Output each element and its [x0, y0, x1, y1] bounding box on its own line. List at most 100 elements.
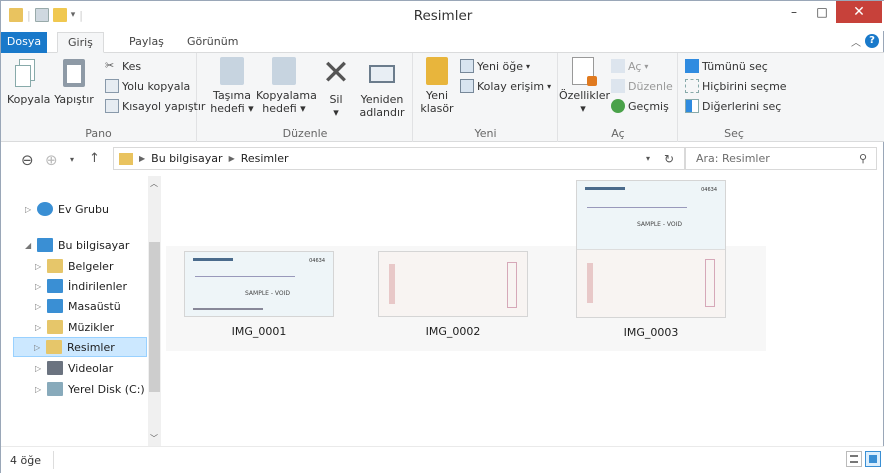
help-icon[interactable]: ? — [865, 34, 879, 48]
group-label: Yeni — [474, 127, 497, 140]
nav-homegroup[interactable]: ▷ Ev Grubu — [25, 199, 109, 219]
videos-icon — [47, 361, 63, 375]
address-bar[interactable]: ▶ Bu bilgisayar ▶ Resimler ▾ ↻ — [113, 147, 685, 170]
address-bar-row: ⊖ ⊕ ▾ ↑ ▶ Bu bilgisayar ▶ Resimler ▾ ↻ A… — [1, 142, 884, 176]
nav-desktop[interactable]: ▷ Masaüstü — [35, 296, 121, 316]
new-folder-button[interactable]: Yeni klasör — [420, 57, 454, 115]
nav-local-disk[interactable]: ▷ Yerel Disk (C:) — [35, 379, 145, 399]
breadcrumb-pictures[interactable]: Resimler — [241, 152, 289, 165]
maximize-button[interactable]: □ — [808, 1, 836, 23]
nav-scrollbar-thumb[interactable] — [149, 242, 160, 392]
paste-shortcut-icon — [105, 99, 119, 113]
paste-shortcut-button[interactable]: Kısayol yapıştır — [105, 99, 205, 113]
copy-button[interactable]: Kopyala — [7, 57, 51, 106]
tab-view[interactable]: Görünüm — [187, 32, 238, 53]
search-input[interactable]: Ara: Resimler — [685, 147, 877, 170]
item-count: 4 öğe — [10, 454, 41, 467]
select-none-icon — [685, 79, 699, 93]
title-bar: | ▾ | Resimler – □ ✕ — [1, 1, 884, 31]
collapse-ribbon-icon[interactable]: ︿ — [851, 34, 861, 49]
paste-label: Yapıştır — [54, 93, 94, 106]
new-item-button[interactable]: Yeni öğe ▾ — [460, 59, 530, 73]
group-label: Pano — [85, 127, 112, 140]
explorer-window: | ▾ | Resimler – □ ✕ Dosya Giriş Paylaş … — [0, 0, 884, 473]
nav-label: Resimler — [67, 340, 115, 354]
pictures-icon — [46, 340, 62, 354]
nav-label: Masaüstü — [68, 299, 121, 313]
tab-file[interactable]: Dosya — [1, 32, 47, 53]
nav-videos[interactable]: ▷ Videolar — [35, 358, 113, 378]
copy-path-button[interactable]: Yolu kopyala — [105, 79, 190, 93]
file-thumbnail — [378, 251, 528, 317]
select-all-icon — [685, 59, 699, 73]
open-icon — [611, 59, 625, 73]
window-title: Resimler — [413, 8, 473, 24]
cut-button[interactable]: ✂ Kes — [105, 59, 141, 73]
address-dropdown-icon[interactable]: ▾ — [646, 154, 650, 163]
homegroup-icon — [37, 202, 53, 216]
paste-button[interactable]: Yapıştır — [49, 57, 99, 106]
copy-to-icon — [272, 57, 296, 85]
nav-label: Belgeler — [68, 259, 114, 273]
refresh-icon[interactable]: ↻ — [664, 152, 674, 166]
file-name: IMG_0001 — [231, 325, 287, 338]
copy-label: Kopyala — [7, 93, 51, 106]
details-view-icon[interactable] — [846, 451, 862, 467]
file-item[interactable]: 04634 SAMPLE - VOID IMG_0001 — [172, 251, 346, 338]
copy-path-icon — [105, 79, 119, 93]
new-item-icon — [460, 59, 474, 73]
downloads-icon — [47, 279, 63, 293]
group-new: Yeni klasör Yeni öğe ▾ Kolay erişim ▾ Yeni — [414, 53, 558, 142]
nav-pictures[interactable]: ▷ Resimler — [13, 337, 147, 357]
rename-label: Yeniden — [360, 93, 404, 106]
scroll-up-icon[interactable]: ︿ — [150, 178, 158, 189]
breadcrumb-this-pc[interactable]: Bu bilgisayar — [151, 152, 222, 165]
group-select: Tümünü seç Hiçbirini seçme Diğerlerini s… — [679, 53, 789, 142]
back-icon[interactable]: ⊖ — [21, 151, 34, 169]
tab-share[interactable]: Paylaş — [129, 32, 164, 53]
large-icons-view-icon[interactable] — [865, 451, 881, 467]
nav-downloads[interactable]: ▷ İndirilenler — [35, 276, 127, 296]
drive-icon — [47, 382, 63, 396]
nav-label: İndirilenler — [68, 279, 127, 293]
close-button[interactable]: ✕ — [836, 1, 882, 23]
select-all-label: Tümünü seç — [702, 59, 768, 73]
nav-this-pc[interactable]: ◢ Bu bilgisayar — [25, 235, 129, 255]
copy-to-button[interactable]: Kopyalama hedefi ▾ — [256, 57, 317, 115]
navigation-pane: ▷ Ev Grubu ◢ Bu bilgisayar ▷ Belgeler ▷ İndi… — [1, 176, 163, 446]
rename-button[interactable]: Yeniden adlandır — [356, 57, 408, 119]
select-none-button[interactable]: Hiçbirini seçme — [685, 79, 787, 93]
new-folder-label-2: klasör — [420, 102, 454, 115]
up-icon[interactable]: ↑ — [89, 151, 100, 166]
invert-selection-icon — [685, 99, 699, 113]
breadcrumb-separator: ▶ — [139, 154, 146, 163]
select-all-button[interactable]: Tümünü seç — [685, 59, 768, 73]
history-button[interactable]: Geçmiş — [611, 99, 669, 113]
nav-documents[interactable]: ▷ Belgeler — [35, 256, 113, 276]
cut-label: Kes — [122, 59, 142, 73]
file-item[interactable]: IMG_0002 — [366, 251, 540, 338]
delete-button[interactable]: ✕ Sil ▾ — [318, 56, 354, 119]
easy-access-button[interactable]: Kolay erişim ▾ — [460, 79, 551, 93]
move-to-button[interactable]: Taşıma hedefi ▾ — [208, 57, 256, 115]
edit-button[interactable]: Düzenle — [611, 79, 673, 93]
desktop-icon — [47, 299, 63, 313]
nav-scrollbar[interactable]: ︿ ﹀ — [148, 176, 161, 446]
minimize-button[interactable]: – — [780, 1, 808, 23]
search-icon[interactable]: ⚲ — [859, 152, 867, 165]
nav-music[interactable]: ▷ Müzikler — [35, 317, 114, 337]
copy-to-label: Kopyalama — [256, 89, 317, 102]
open-button[interactable]: Aç ▾ — [611, 59, 648, 73]
move-to-icon — [220, 57, 244, 85]
copy-path-label: Yolu kopyala — [122, 79, 191, 93]
invert-selection-button[interactable]: Diğerlerini seç — [685, 99, 781, 113]
tab-home[interactable]: Giriş — [57, 32, 104, 53]
recent-locations-icon[interactable]: ▾ — [70, 155, 74, 164]
scroll-down-icon[interactable]: ﹀ — [150, 433, 158, 444]
group-label: Seç — [724, 127, 744, 140]
file-item[interactable]: 04634 SAMPLE - VOID IMG_0003 — [564, 180, 738, 339]
properties-button[interactable]: Özellikler ▾ — [559, 57, 610, 115]
pictures-folder-icon — [119, 152, 133, 165]
breadcrumb-separator: ▶ — [228, 154, 235, 163]
forward-icon[interactable]: ⊕ — [45, 151, 58, 169]
